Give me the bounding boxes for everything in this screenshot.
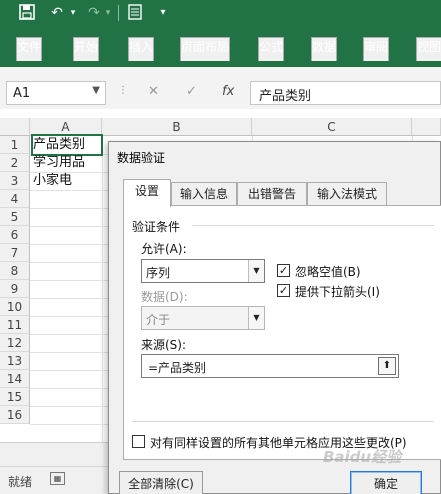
row-header[interactable]: 7 <box>0 244 30 262</box>
row-header[interactable]: 9 <box>0 280 30 298</box>
tab-page-layout[interactable]: 页面布局 <box>180 37 231 61</box>
cancel-icon[interactable]: ✕ <box>148 84 159 99</box>
chevron-down-icon[interactable]: ▼ <box>92 85 100 96</box>
name-box[interactable]: A1 ▼ <box>6 81 106 105</box>
formula-bar-grip-icon[interactable]: ⋮ <box>118 85 128 96</box>
collapse-dialog-icon[interactable]: ⬆ <box>378 357 396 375</box>
row-header[interactable]: 16 <box>0 406 30 424</box>
name-box-value: A1 <box>13 86 31 101</box>
tab-view[interactable]: 视图 <box>416 37 441 61</box>
source-input[interactable]: =产品类别 ⬆ <box>141 354 399 378</box>
column-header-b[interactable]: B <box>102 118 252 136</box>
data-label: 数据(D): <box>141 290 188 304</box>
tab-file[interactable]: 文件 <box>16 37 43 61</box>
gridline <box>102 136 103 442</box>
dropdown-arrow-label: 提供下拉箭头(I) <box>295 285 380 299</box>
cell-a3[interactable]: 小家电 <box>33 172 72 190</box>
row-header[interactable]: 12 <box>0 334 30 352</box>
row-header[interactable]: 3 <box>0 172 30 190</box>
formula-input[interactable]: 产品类别 <box>250 81 441 105</box>
row-header[interactable]: 13 <box>0 352 30 370</box>
data-select[interactable]: 介于 ▼ <box>141 306 265 330</box>
row-header[interactable]: 1 <box>0 136 30 154</box>
data-validation-dialog: 数据验证 设置 输入信息 出错警告 输入法模式 验证条件 允许(A): 序列 ▼… <box>108 141 441 494</box>
row-header[interactable]: 8 <box>0 262 30 280</box>
row-header[interactable]: 10 <box>0 298 30 316</box>
quick-access-toolbar: ↶ ▾ ↷ ▾ ▾ <box>0 0 441 27</box>
row-header[interactable]: 14 <box>0 370 30 388</box>
panel-divider <box>132 421 434 422</box>
row-header[interactable]: 15 <box>0 388 30 406</box>
customize-qat-icon[interactable]: ▾ <box>156 4 170 22</box>
allow-select[interactable]: 序列 ▼ <box>141 259 265 283</box>
tab-settings[interactable]: 设置 <box>123 179 171 207</box>
row-header[interactable]: 6 <box>0 226 30 244</box>
tab-input-message[interactable]: 输入信息 <box>171 182 237 206</box>
ribbon-collapsed-area <box>0 67 441 79</box>
form-icon[interactable] <box>126 4 144 22</box>
baidu-watermark: Baidu经验 <box>323 448 402 466</box>
save-icon[interactable] <box>18 4 36 22</box>
qat-separator <box>118 5 119 21</box>
allow-select-value: 序列 <box>146 266 171 280</box>
clear-all-button[interactable]: 全部清除(C) <box>119 471 203 494</box>
cell-a2[interactable]: 学习用品 <box>33 154 85 172</box>
undo-icon[interactable]: ↶ <box>48 4 66 22</box>
formula-bar: A1 ▼ ⋮ ✕ ✓ fx 产品类别 <box>0 79 441 109</box>
settings-panel: 验证条件 允许(A): 序列 ▼ ✓ 忽略空值(B) ✓ 提供下拉箭头(I) 数… <box>123 205 441 460</box>
dropdown-arrow-checkbox[interactable]: ✓ <box>277 284 290 297</box>
ok-button[interactable]: 确定 <box>350 471 422 494</box>
chevron-down-icon[interactable]: ▼ <box>248 307 264 329</box>
tab-ime-mode[interactable]: 输入法模式 <box>307 182 387 206</box>
redo-dropdown-icon[interactable]: ▾ <box>103 4 113 22</box>
status-ready: 就绪 <box>8 475 33 489</box>
row-header[interactable]: 2 <box>0 154 30 172</box>
redo-icon[interactable]: ↷ <box>85 4 103 22</box>
ignore-blank-label: 忽略空值(B) <box>295 265 361 279</box>
tab-home[interactable]: 开始 <box>73 37 100 61</box>
group-label: 验证条件 <box>132 220 181 234</box>
dialog-title: 数据验证 <box>117 151 166 165</box>
apply-all-checkbox[interactable] <box>132 435 145 448</box>
source-label: 来源(S): <box>141 338 187 352</box>
chevron-down-icon[interactable]: ▼ <box>248 260 264 282</box>
undo-dropdown-icon[interactable]: ▾ <box>68 4 78 22</box>
tab-error-alert[interactable]: 出错警告 <box>237 182 307 206</box>
source-input-value: =产品类别 <box>148 361 207 375</box>
column-header-d[interactable] <box>412 118 441 136</box>
select-all-corner[interactable] <box>0 118 30 136</box>
ignore-blank-checkbox[interactable]: ✓ <box>277 264 290 277</box>
macro-record-icon[interactable]: ▦ <box>50 472 65 485</box>
tab-formulas[interactable]: 公式 <box>258 37 285 61</box>
cell-a1[interactable]: 产品类别 <box>31 134 103 156</box>
tab-data[interactable]: 数据 <box>311 37 338 61</box>
enter-icon[interactable]: ✓ <box>186 84 197 99</box>
row-header[interactable]: 11 <box>0 316 30 334</box>
tab-insert[interactable]: 插入 <box>128 37 155 61</box>
row-header[interactable]: 5 <box>0 208 30 226</box>
row-header[interactable]: 4 <box>0 190 30 208</box>
group-divider <box>192 225 434 226</box>
allow-label: 允许(A): <box>141 242 187 256</box>
column-header-a[interactable]: A <box>30 118 102 136</box>
ribbon-tab-bar: 文件 开始 插入 页面布局 公式 数据 审阅 视图 <box>0 27 441 67</box>
insert-function-icon[interactable]: fx <box>222 84 234 99</box>
column-header-c[interactable]: C <box>252 118 412 136</box>
data-select-value: 介于 <box>146 313 171 327</box>
tab-review[interactable]: 审阅 <box>363 37 390 61</box>
